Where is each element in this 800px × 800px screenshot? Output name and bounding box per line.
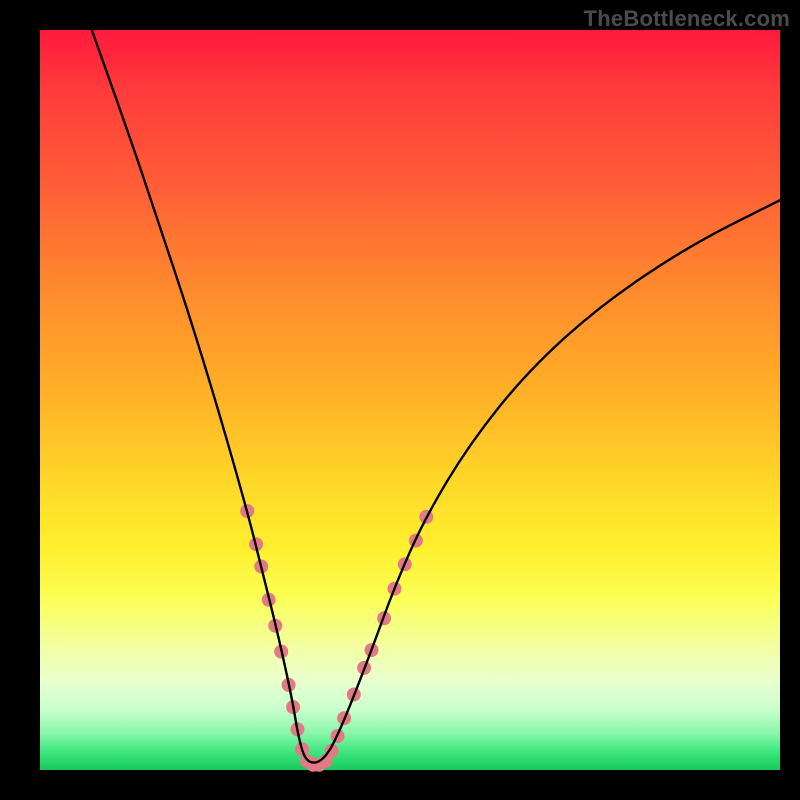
watermark-text: TheBottleneck.com xyxy=(584,6,790,32)
chart-markers xyxy=(240,504,433,772)
bottleneck-curve xyxy=(92,30,780,763)
chart-plot-area xyxy=(40,30,780,770)
chart-frame: TheBottleneck.com xyxy=(0,0,800,800)
chart-svg xyxy=(40,30,780,770)
